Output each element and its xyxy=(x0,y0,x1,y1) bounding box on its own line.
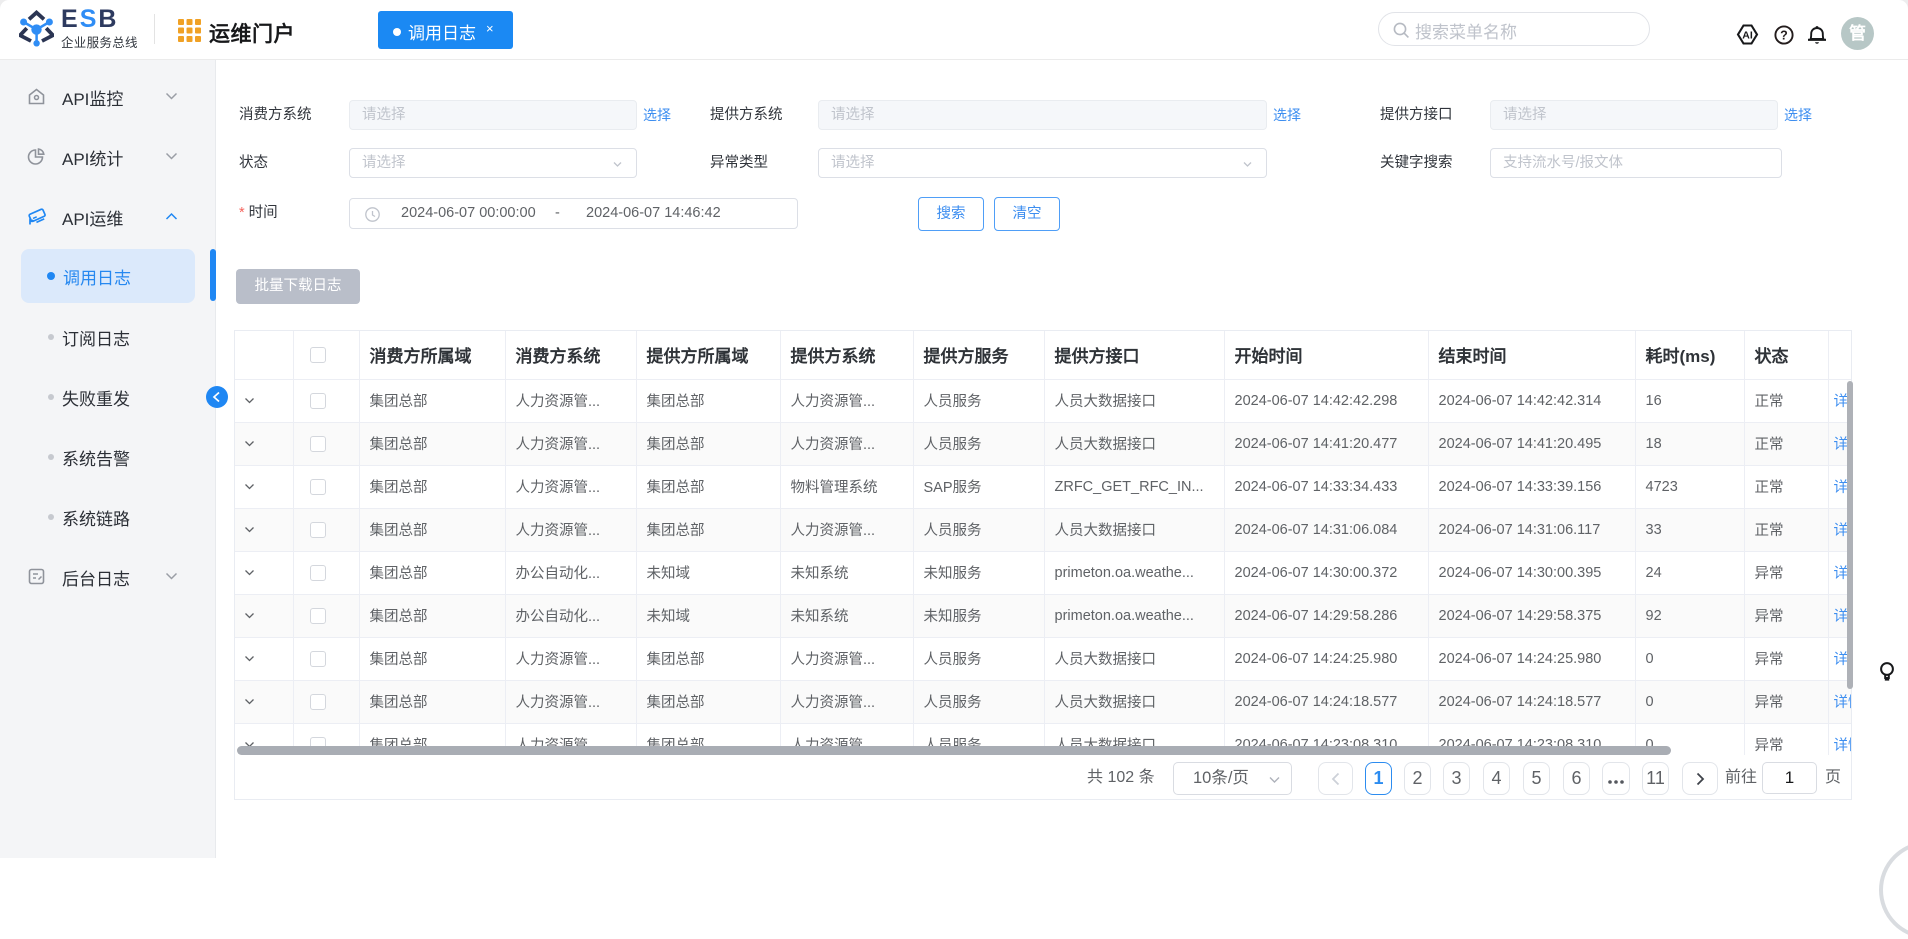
svg-text:AI: AI xyxy=(1742,29,1753,41)
svg-text:?: ? xyxy=(1780,28,1788,42)
